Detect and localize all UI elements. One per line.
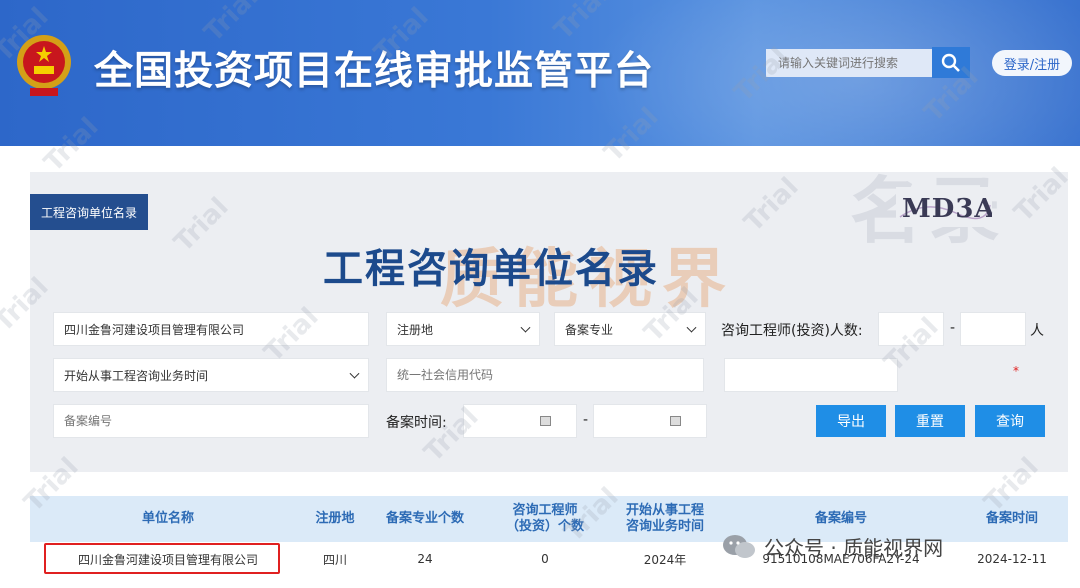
social-watermark-text: 公众号 · 质能视界网	[764, 536, 944, 560]
site-title: 全国投资项目在线审批监管平台	[94, 49, 655, 94]
cell-reg-place: 四川	[322, 552, 347, 567]
record-number-input[interactable]	[53, 404, 369, 438]
required-marker: *	[1013, 364, 1019, 378]
column-header-start-time-line2: 咨询业务时间	[625, 519, 704, 534]
site-header: 全国投资项目在线审批监管平台 登录/注册	[0, 0, 1080, 146]
calendar-icon[interactable]	[670, 416, 681, 426]
consultant-count-max-input[interactable]	[960, 312, 1026, 346]
registration-place-label: 注册地	[397, 322, 434, 337]
credit-code-input[interactable]	[386, 358, 704, 392]
column-header-start-time-line1: 开始从事工程	[625, 503, 704, 519]
cell-consultant-count: 0	[541, 552, 549, 566]
column-header-start-time: 开始从事工程 咨询业务时间	[604, 496, 726, 542]
record-time-start-input[interactable]	[463, 404, 577, 438]
panel-tag: 工程咨询单位名录	[30, 194, 148, 230]
search-icon	[941, 53, 960, 72]
consultant-count-min-input[interactable]	[878, 312, 944, 346]
date-range-separator: -	[583, 412, 589, 428]
consultant-count-label: 咨询工程师(投资)人数:	[721, 323, 863, 339]
reset-button[interactable]: 重置	[895, 405, 965, 437]
start-time-select[interactable]: 开始从事工程咨询业务时间	[53, 358, 369, 392]
search-button[interactable]	[932, 47, 970, 78]
specialty-select[interactable]: 备案专业	[554, 312, 706, 346]
column-header-unit-name: 单位名称	[141, 511, 194, 527]
cell-unit-name[interactable]: 四川金鲁河建设项目管理有限公司	[30, 542, 306, 576]
column-header-consultant-count-line2: （投资）个数	[505, 519, 584, 534]
search-input[interactable]	[766, 49, 932, 77]
range-separator: -	[950, 320, 956, 336]
captcha-text: MD3A	[902, 194, 992, 224]
record-time-end-input[interactable]	[593, 404, 707, 438]
chevron-down-icon	[349, 368, 360, 379]
wechat-icon	[723, 534, 755, 558]
specialty-label: 备案专业	[565, 322, 614, 337]
person-unit-label: 人	[1030, 323, 1044, 339]
start-time-label: 开始从事工程咨询业务时间	[64, 368, 209, 383]
column-header-consultant-count-line1: 咨询工程师	[512, 503, 578, 519]
national-emblem-icon	[17, 35, 71, 96]
captcha-input[interactable]	[724, 358, 898, 392]
record-time-label: 备案时间:	[386, 415, 447, 431]
calendar-icon[interactable]	[540, 416, 551, 426]
chevron-down-icon	[686, 322, 697, 333]
unit-name-input[interactable]: 四川金鲁河建设项目管理有限公司	[53, 312, 369, 346]
column-header-record-time: 备案时间	[985, 511, 1038, 527]
social-watermark: 公众号 · 质能视界网	[722, 532, 943, 561]
login-register-button[interactable]: 登录/注册	[992, 50, 1072, 76]
chevron-down-icon	[520, 322, 531, 333]
registration-place-select[interactable]: 注册地	[386, 312, 540, 346]
page-title: 工程咨询单位名录	[323, 246, 659, 292]
cell-specialty-count: 24	[417, 552, 433, 566]
cell-start-time: 2024年	[643, 552, 687, 567]
export-button[interactable]: 导出	[816, 405, 886, 437]
column-header-consultant-count: 咨询工程师 （投资）个数	[486, 496, 604, 542]
column-header-specialty-count: 备案专业个数	[385, 511, 464, 527]
captcha-image[interactable]: MD3A	[896, 187, 992, 227]
cell-record-time: 2024-12-11	[977, 552, 1047, 566]
column-header-reg-place: 注册地	[315, 511, 355, 527]
query-button[interactable]: 查询	[975, 405, 1045, 437]
